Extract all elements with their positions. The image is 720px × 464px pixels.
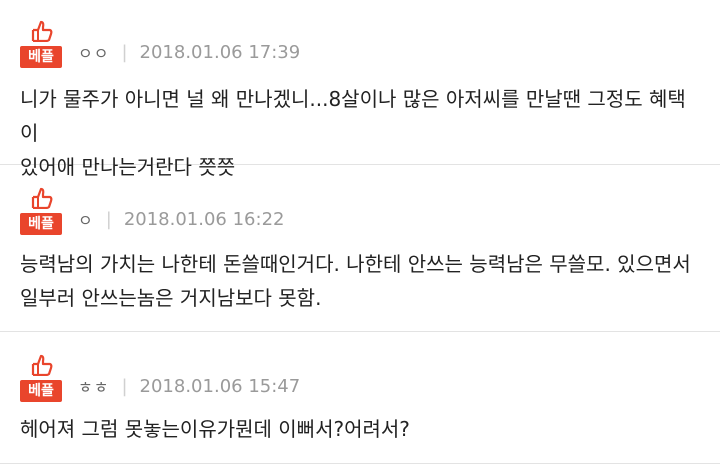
- badge-label: 베플: [20, 213, 62, 235]
- comment-meta: ㅎㅎ | 2018.01.06 15:47: [78, 374, 300, 398]
- comment-text: 헤어져 그럼 못놓는이유가뭔데 이뻐서?어려서?: [20, 417, 410, 441]
- divider: |: [105, 208, 112, 230]
- thumbs-up-icon: [31, 187, 53, 209]
- divider: |: [121, 375, 128, 397]
- comment-text: 능력남의 가치는 나한테 돈쓸때인거다. 나한테 안쓰는 능력남은 무쓸모. 있…: [20, 252, 691, 310]
- timestamp: 2018.01.06 17:39: [139, 41, 301, 63]
- best-comment-badge: 베플: [20, 20, 62, 68]
- comment-item: 베플 ㅇㅇ | 2018.01.06 17:39 니가 물주가 아니면 널 왜 …: [0, 0, 720, 179]
- thumbs-up-icon: [31, 20, 53, 42]
- username[interactable]: ㅇ: [78, 207, 94, 231]
- comment-item: 베플 ㅎㅎ | 2018.01.06 15:47 헤어져 그럼 못놓는이유가뭔데…: [0, 332, 720, 464]
- comment-meta: ㅇㅇ | 2018.01.06 17:39: [78, 40, 300, 64]
- username[interactable]: ㅇㅇ: [78, 40, 109, 64]
- best-comment-badge: 베플: [20, 187, 62, 235]
- best-comment-badge: 베플: [20, 354, 62, 402]
- badge-label: 베플: [20, 380, 62, 402]
- timestamp: 2018.01.06 16:22: [123, 208, 285, 230]
- username[interactable]: ㅎㅎ: [78, 374, 109, 398]
- thumbs-up-icon: [31, 354, 53, 376]
- timestamp: 2018.01.06 15:47: [139, 375, 301, 397]
- comment-meta: ㅇ | 2018.01.06 16:22: [78, 207, 284, 231]
- badge-label: 베플: [20, 46, 62, 68]
- divider: |: [121, 41, 128, 63]
- comment-item: 베플 ㅇ | 2018.01.06 16:22 능력남의 가치는 나한테 돈쓸때…: [0, 165, 720, 332]
